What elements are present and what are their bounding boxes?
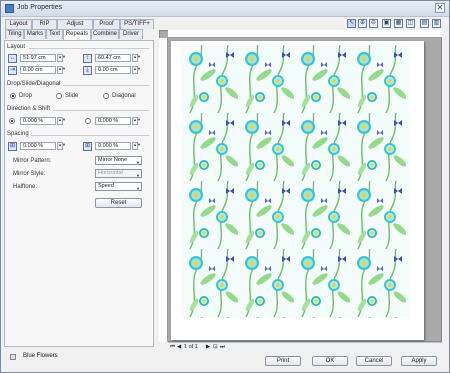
repeat-pattern-image — [182, 45, 409, 318]
spacing-separator — [31, 135, 149, 136]
page-navigation-bar: ⏮ ◀ 1 of 1 ▶ ⊡ ⏭ — [168, 342, 442, 351]
height-spinner[interactable]: ▲▼ — [132, 54, 141, 62]
print-button[interactable]: Print — [265, 356, 301, 366]
width-icon: ↔ — [8, 54, 17, 63]
window-title: Job Properties — [17, 4, 63, 11]
offset-x-spinner[interactable]: ▲▼ — [57, 66, 66, 74]
halftone-value: Speed — [98, 183, 114, 189]
spacing-vertical-icon: ⊞ — [83, 142, 92, 151]
spacing-v-spinner[interactable]: ▲▼ — [132, 142, 141, 150]
app-icon — [5, 4, 14, 13]
page-indicator: 1 of 1 — [184, 344, 198, 350]
chevron-down-icon: ▼ — [136, 160, 140, 165]
tab-proof[interactable]: Proof — [93, 19, 120, 29]
horizontal-ruler — [168, 30, 442, 38]
spacing-heading: Spacing — [7, 131, 29, 137]
fit-page-icon[interactable]: ▣ — [382, 19, 391, 28]
halftone-label: Halftone: — [13, 184, 38, 190]
tab-driver[interactable]: Driver — [119, 29, 143, 39]
tab-repeats[interactable]: Repeats — [63, 29, 91, 40]
offset-y-field[interactable]: 0.00 cm — [95, 66, 131, 74]
tab-tiling[interactable]: Tiling — [5, 29, 24, 39]
layout-view-icon[interactable]: ▥ — [432, 19, 441, 28]
mirror-pattern-select[interactable]: Mirror None ▼ — [95, 156, 142, 165]
chevron-down-icon: ▼ — [136, 173, 140, 178]
layout-separator — [29, 48, 149, 49]
diagonal-label: Diagonal — [112, 93, 136, 99]
height-icon: ↕ — [83, 54, 92, 63]
layout-heading: Layout — [7, 44, 26, 50]
diagonal-radio[interactable] — [103, 93, 109, 99]
actual-size-icon[interactable]: ◫ — [406, 19, 415, 28]
tab-row-bottom: Tiling Marks Text Repeats Combine Driver — [5, 29, 143, 40]
tab-ps-tiff[interactable]: PS/TIFF+ — [120, 19, 154, 29]
last-page-icon[interactable]: ⏭ — [220, 343, 225, 351]
ok-button[interactable]: OK — [312, 356, 348, 366]
pointer-icon[interactable]: ↖ — [347, 19, 356, 28]
direction-heading: Direction & Shift — [7, 106, 51, 112]
file-name: Blue Flowers — [23, 353, 58, 359]
shift-b-spinner[interactable]: ▲▼ — [132, 117, 141, 125]
offset-y-icon: ⤓ — [83, 66, 92, 75]
offset-x-field[interactable]: 0.00 cm — [20, 66, 56, 74]
spacing-v-field[interactable]: 0.000 % — [95, 142, 131, 150]
halftone-select[interactable]: Speed ▼ — [95, 182, 142, 191]
title-bar: Job Properties ✕ — [1, 1, 449, 17]
tab-layout[interactable]: Layout — [5, 19, 32, 29]
shift-b-field[interactable]: 0.000 % — [95, 117, 131, 125]
view-options-icon[interactable]: ▤ — [420, 19, 429, 28]
width-field[interactable]: 51.97 cm — [20, 54, 56, 62]
drop-heading: Drop/Slide/Diagonal — [7, 81, 61, 87]
job-properties-window: Job Properties ✕ Layout RIP Adjust Proof… — [0, 0, 450, 373]
offset-x-icon: ⇥ — [8, 66, 17, 75]
close-button[interactable]: ✕ — [435, 3, 445, 13]
direction-separator — [53, 110, 149, 111]
status-area: Blue Flowers — [4, 349, 154, 363]
shift-a-field[interactable]: 0.000 % — [20, 117, 56, 125]
tab-adjust[interactable]: Adjust — [57, 19, 93, 29]
shift-b-radio[interactable] — [85, 118, 91, 124]
height-field[interactable]: 60.47 cm — [95, 54, 131, 62]
zoom-out-icon[interactable]: ⊖ — [369, 19, 378, 28]
tab-row-top: Layout RIP Adjust Proof PS/TIFF+ — [5, 19, 154, 29]
shift-a-radio[interactable] — [9, 118, 15, 124]
shift-a-spinner[interactable]: ▲▼ — [57, 117, 66, 125]
drop-label: Drop — [19, 93, 33, 99]
tab-rip[interactable]: RIP — [32, 19, 57, 29]
vertical-ruler — [159, 38, 168, 342]
spacing-h-spinner[interactable]: ▲▼ — [57, 142, 66, 150]
tab-marks[interactable]: Marks — [24, 29, 46, 39]
tab-combine[interactable]: Combine — [91, 29, 119, 39]
chevron-down-icon: ▼ — [136, 186, 140, 191]
mirror-pattern-label: Mirror Pattern: — [13, 158, 52, 164]
file-icon — [10, 354, 16, 360]
prev-page-icon[interactable]: ◀ — [177, 343, 181, 351]
mirror-pattern-value: Mirror None — [98, 157, 128, 163]
mirror-style-value: Horizontal — [98, 170, 123, 176]
first-page-icon[interactable]: ⏮ — [170, 343, 175, 351]
mirror-style-select[interactable]: Horizontal ▼ — [95, 169, 142, 178]
slide-radio[interactable] — [56, 93, 62, 99]
drop-separator — [63, 85, 149, 86]
spacing-horizontal-icon: ⊞ — [8, 142, 17, 151]
mirror-style-label: Mirror Style: — [13, 171, 46, 177]
next-page-icon[interactable]: ▶ — [206, 343, 210, 351]
cancel-button[interactable]: Cancel — [356, 356, 392, 366]
slide-label: Slide — [65, 93, 79, 99]
zoom-in-icon[interactable]: ⊕ — [358, 19, 367, 28]
tab-text[interactable]: Text — [46, 29, 63, 39]
fit-width-icon[interactable]: ▦ — [394, 19, 403, 28]
spacing-h-field[interactable]: 0.000 % — [20, 142, 56, 150]
offset-y-spinner[interactable]: ▲▼ — [132, 66, 141, 74]
width-spinner[interactable]: ▲▼ — [57, 54, 66, 62]
reset-button[interactable]: Reset — [95, 198, 142, 208]
fit-icon[interactable]: ⊡ — [213, 343, 218, 351]
drop-radio[interactable] — [10, 93, 16, 99]
apply-button[interactable]: Apply — [401, 356, 437, 366]
